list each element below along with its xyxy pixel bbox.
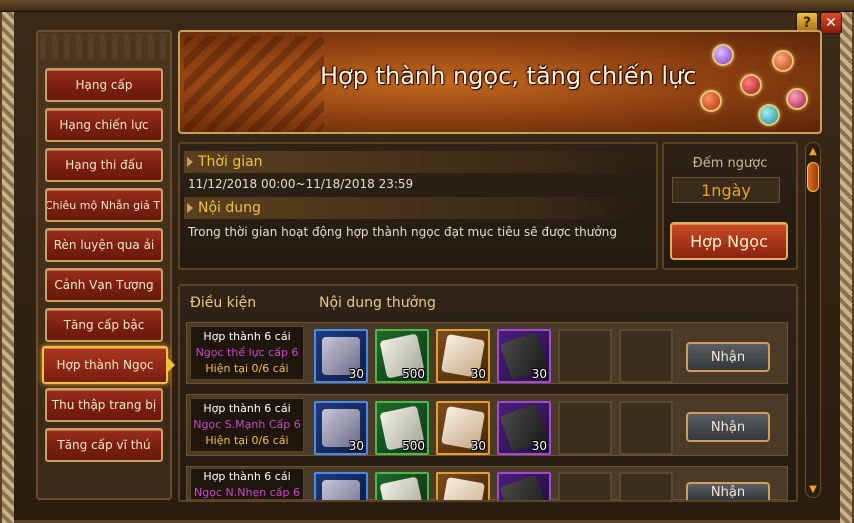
reward-slot[interactable]: 30 [436,329,490,383]
document-icon [440,476,486,500]
reward-quantity: 30 [348,439,364,453]
condition-target: Hợp thành 6 cái [203,402,291,415]
empty-slot [619,472,673,500]
reward-column-header: Nội dung thưởng [319,295,436,311]
reward-slot[interactable] [314,472,368,500]
condition-target: Hợp thành 6 cái [203,470,291,483]
scroll-up-arrow-icon[interactable]: ▲ [806,144,820,158]
condition-cell: Hợp thành 6 cái Ngọc N.Nhẹn cấp 6 [190,468,304,500]
empty-slot [619,329,673,383]
banner-title: Hợp thành ngọc, tăng chiến lực [320,62,697,90]
reward-quantity: 30 [531,439,547,453]
close-button[interactable]: ✕ [820,12,842,34]
reward-slot[interactable] [436,472,490,500]
reward-slot[interactable]: 30 [497,401,551,455]
scroll-down-arrow-icon[interactable]: ▼ [806,482,820,496]
countdown-label: Đếm ngược [692,156,768,171]
claim-button[interactable]: Nhận [686,342,770,372]
reward-quantity: 30 [531,367,547,381]
reward-slot[interactable]: 30 [497,329,551,383]
content-heading: Nội dung [184,197,640,219]
condition-progress: Hiện tại 0/6 cái [205,434,289,447]
orange-gem-icon [772,50,794,72]
menu-item-hop-thanh-ngoc[interactable]: Hợp thành Ngọc [42,346,168,384]
hop-ngoc-button[interactable]: Hợp Ngọc [670,222,788,260]
menu-item-hang-thi-dau[interactable]: Hạng thi đấu [45,148,163,182]
gift-box-icon [322,480,360,500]
reward-scrollbar[interactable] [805,142,821,498]
claim-button[interactable]: Nhận [686,482,770,500]
condition-item: Ngọc thể lực cấp 6 [195,346,299,359]
reward-slot[interactable]: 500 [375,329,429,383]
condition-progress: Hiện tại 0/6 cái [205,362,289,375]
reward-slot[interactable] [375,472,429,500]
reward-slot[interactable]: 30 [436,401,490,455]
condition-cell: Hợp thành 6 cái Ngọc thể lực cấp 6 Hiện … [190,326,304,380]
reward-quantity: 500 [402,439,425,453]
time-heading: Thời gian [184,151,640,173]
reward-slot[interactable]: 30 [314,329,368,383]
menu-header-ornament [40,34,168,60]
menu-item-tang-cap-bac[interactable]: Tăng cấp bậc [45,308,163,342]
condition-column-header: Điều kiện [190,295,257,311]
menu-item-chieu-mo[interactable]: Chiêu mộ Nhẫn giả Tí [45,188,163,222]
menu-item-thu-thap[interactable]: Thu thập trang bị [45,388,163,422]
condition-cell: Hợp thành 6 cái Ngọc S.Mạnh Cấp 6 Hiện t… [190,398,304,452]
content-description: Trong thời gian hoạt động hợp thành ngọc… [188,225,617,239]
fire-gem-icon [700,90,722,112]
reward-quantity: 30 [348,367,364,381]
menu-item-hang-cap[interactable]: Hạng cấp [45,68,163,102]
scroll-icon [379,476,425,500]
empty-slot [619,401,673,455]
scrollbar-thumb[interactable] [807,162,819,192]
reward-slot[interactable]: 30 [314,401,368,455]
menu-item-tang-cap-vi-thu[interactable]: Tăng cấp vĩ thú [45,428,163,462]
reward-slot[interactable] [497,472,551,500]
window-title-bar [0,0,854,12]
condition-item: Ngọc N.Nhẹn cấp 6 [194,486,300,499]
empty-slot [558,472,612,500]
reward-quantity: 30 [470,439,486,453]
active-indicator-arrow [166,356,175,374]
purple-gem-icon [712,44,734,66]
menu-item-ren-luyen[interactable]: Rèn luyện qua ải [45,228,163,262]
red-gem-icon [740,74,762,96]
cyan-gem-icon [758,104,780,126]
reward-quantity: 30 [470,367,486,381]
ninja-scroll-icon [499,474,549,500]
banner-pattern [184,36,324,132]
left-rope-decoration [2,12,14,523]
empty-slot [558,329,612,383]
claim-button[interactable]: Nhận [686,412,770,442]
empty-slot [558,401,612,455]
menu-item-canh-van-tuong[interactable]: Cảnh Vạn Tượng [45,268,163,302]
condition-target: Hợp thành 6 cái [203,330,291,343]
countdown-value: 1ngày [672,177,780,203]
right-rope-decoration [840,12,852,523]
condition-item: Ngọc S.Mạnh Cấp 6 [193,418,301,431]
reward-slot[interactable]: 500 [375,401,429,455]
pink-gem-icon [786,88,808,110]
time-range: 11/12/2018 00:00~11/18/2018 23:59 [188,177,414,191]
reward-quantity: 500 [402,367,425,381]
menu-item-hang-chien-luc[interactable]: Hạng chiến lực [45,108,163,142]
